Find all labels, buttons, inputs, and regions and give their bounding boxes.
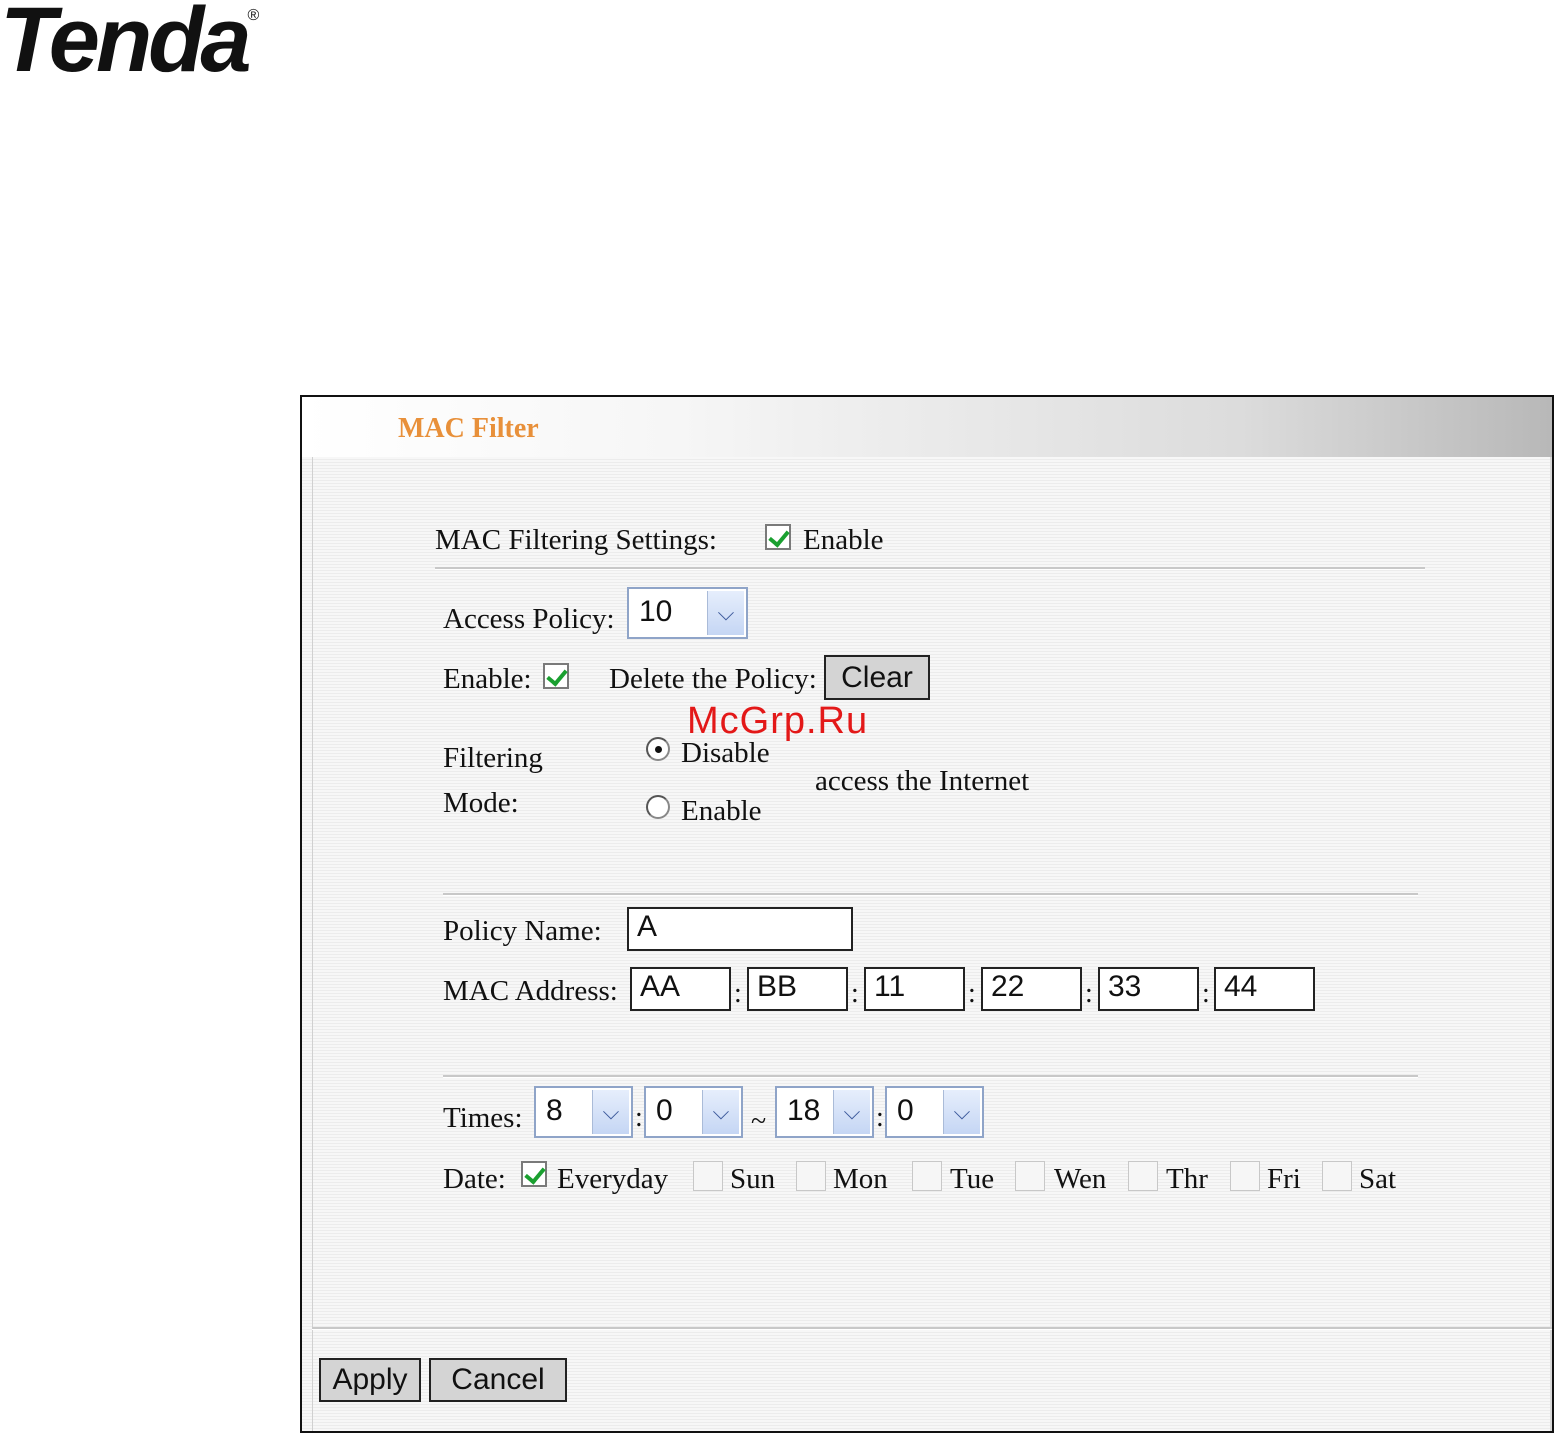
filtering-mode-suffix: access the Internet	[815, 765, 1030, 797]
chevron-down-icon[interactable]: ⌵	[707, 591, 744, 635]
mac-filtering-settings-label: MAC Filtering Settings:	[435, 524, 717, 556]
times-label: Times:	[443, 1102, 523, 1134]
chevron-down-icon[interactable]: ⌵	[833, 1090, 870, 1134]
start-minute-select[interactable]: 0 ⌵	[644, 1086, 743, 1138]
panel-title: MAC Filter	[398, 413, 539, 444]
date-fri-label: Fri	[1267, 1163, 1301, 1195]
start-hour-select[interactable]: 8 ⌵	[534, 1086, 633, 1138]
date-mon-checkbox[interactable]	[796, 1161, 826, 1191]
filtering-mode-enable-radio[interactable]	[646, 795, 670, 819]
end-minute-select[interactable]: 0 ⌵	[885, 1086, 984, 1138]
start-hour-value: 8	[546, 1094, 563, 1127]
mac-octet-4-input[interactable]: 22	[981, 967, 1082, 1011]
delete-policy-label: Delete the Policy:	[609, 663, 817, 695]
end-hour-value: 18	[787, 1094, 821, 1127]
mac-separator: :	[851, 978, 859, 1009]
panel-inner-edge-right	[1550, 457, 1552, 1431]
end-hour-select[interactable]: 18 ⌵	[775, 1086, 874, 1138]
chevron-down-icon[interactable]: ⌵	[943, 1090, 980, 1134]
date-mon-label: Mon	[833, 1163, 888, 1195]
filtering-mode-disable-radio[interactable]	[646, 737, 670, 761]
filtering-mode-disable-label: Disable	[681, 737, 770, 769]
clear-button[interactable]: Clear	[824, 655, 930, 700]
mac-separator: :	[1085, 978, 1093, 1009]
mac-separator: :	[1202, 978, 1210, 1009]
access-policy-label: Access Policy:	[443, 603, 615, 635]
date-thr-label: Thr	[1166, 1163, 1208, 1195]
date-sat-checkbox[interactable]	[1322, 1161, 1352, 1191]
filtering-mode-label-line1: Filtering	[443, 742, 543, 774]
date-tue-checkbox[interactable]	[912, 1161, 942, 1191]
mac-octet-6-input[interactable]: 44	[1214, 967, 1315, 1011]
mac-filtering-enable-checkbox[interactable]	[765, 524, 791, 550]
start-minute-value: 0	[656, 1094, 673, 1127]
chevron-down-icon[interactable]: ⌵	[592, 1090, 629, 1134]
policy-name-label: Policy Name:	[443, 915, 602, 947]
mac-separator: :	[734, 978, 742, 1009]
mac-separator: :	[968, 978, 976, 1009]
filtering-mode-label-line2: Mode:	[443, 787, 519, 819]
tenda-logo: Tenda®	[0, 0, 259, 86]
divider	[443, 893, 1418, 896]
time-range-separator: ~	[751, 1106, 767, 1137]
chevron-down-icon[interactable]: ⌵	[702, 1090, 739, 1134]
date-wen-label: Wen	[1054, 1163, 1107, 1195]
divider	[312, 1327, 1552, 1330]
mac-octet-1-input[interactable]: AA	[630, 967, 731, 1011]
date-label: Date:	[443, 1163, 506, 1195]
policy-enable-label: Enable:	[443, 663, 532, 695]
registered-mark: ®	[247, 7, 260, 24]
mac-octet-3-input[interactable]: 11	[864, 967, 965, 1011]
time-separator: :	[876, 1102, 884, 1133]
date-sat-label: Sat	[1359, 1163, 1397, 1195]
mac-address-label: MAC Address:	[443, 975, 618, 1007]
policy-enable-checkbox[interactable]	[543, 663, 569, 689]
date-everyday-label: Everyday	[557, 1163, 669, 1195]
date-fri-checkbox[interactable]	[1230, 1161, 1260, 1191]
panel-inner-edge	[312, 457, 313, 1431]
date-tue-label: Tue	[950, 1163, 995, 1195]
date-thr-checkbox[interactable]	[1128, 1161, 1158, 1191]
time-separator: :	[635, 1102, 643, 1133]
date-sun-label: Sun	[730, 1163, 776, 1195]
divider	[443, 1075, 1418, 1078]
panel-header: MAC Filter	[302, 397, 1552, 457]
filtering-mode-enable-label: Enable	[681, 795, 762, 827]
access-policy-value: 10	[639, 595, 673, 628]
date-sun-checkbox[interactable]	[693, 1161, 723, 1191]
mac-octet-2-input[interactable]: BB	[747, 967, 848, 1011]
access-policy-select[interactable]: 10 ⌵	[627, 587, 748, 639]
logo-text: Tenda	[0, 0, 252, 91]
mac-octet-5-input[interactable]: 33	[1098, 967, 1199, 1011]
policy-name-input[interactable]: A	[627, 907, 853, 951]
mac-filtering-enable-label: Enable	[803, 524, 884, 556]
date-everyday-checkbox[interactable]	[521, 1161, 547, 1187]
divider	[435, 567, 1425, 570]
end-minute-value: 0	[897, 1094, 914, 1127]
date-wen-checkbox[interactable]	[1015, 1161, 1045, 1191]
cancel-button[interactable]: Cancel	[429, 1358, 567, 1402]
apply-button[interactable]: Apply	[319, 1358, 421, 1402]
